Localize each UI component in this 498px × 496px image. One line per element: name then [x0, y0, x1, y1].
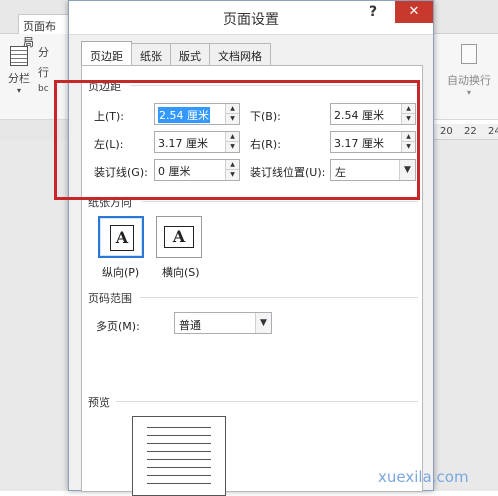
preview-line — [147, 467, 211, 468]
breaks-button[interactable]: 分 — [38, 44, 49, 60]
watermark: xuexila.com — [378, 468, 469, 486]
wrap-text-label: 自动换行 — [447, 74, 491, 87]
highlight-box — [54, 80, 420, 200]
columns-label: 分栏 — [8, 72, 30, 85]
tab-document-grid[interactable]: 文档网格 — [209, 43, 271, 65]
preview-line — [147, 427, 211, 428]
multiple-pages-select[interactable]: 普通 ▼ — [174, 312, 272, 334]
page-preview — [132, 416, 226, 496]
ruler-tick: 24 — [488, 126, 498, 137]
preview-line — [147, 475, 211, 476]
ribbon-tab-page-layout[interactable]: 页面布局 — [18, 14, 70, 49]
tab-layout[interactable]: 版式 — [170, 43, 210, 65]
columns-icon — [10, 46, 28, 66]
line-numbers-button[interactable]: 行 — [38, 64, 49, 80]
pages-section-label: 页码范围 — [88, 292, 132, 305]
preview-line — [147, 443, 211, 444]
close-button[interactable]: ✕ — [395, 1, 433, 23]
ruler-tick: 22 — [464, 126, 477, 137]
portrait-page-icon: A — [110, 225, 134, 251]
chevron-down-icon: ▾ — [16, 86, 21, 95]
ruler-tick: 20 — [440, 126, 453, 137]
help-button[interactable]: ? — [363, 4, 383, 24]
landscape-button[interactable]: A — [156, 216, 202, 258]
preview-line — [147, 459, 211, 460]
hyphenation-button[interactable]: bc — [38, 84, 49, 94]
preview-line — [147, 435, 211, 436]
dialog-title-bar: 页面设置 ? ✕ — [69, 1, 433, 35]
landscape-label: 横向(S) — [162, 266, 200, 279]
divider — [142, 201, 418, 202]
tab-margins[interactable]: 页边距 — [81, 41, 132, 65]
preview-line — [147, 483, 211, 484]
divider — [140, 297, 418, 298]
chevron-down-icon: ▾ — [466, 88, 471, 97]
multiple-pages-value: 普通 — [179, 319, 201, 332]
multiple-pages-label: 多页(M): — [96, 320, 140, 333]
page-setup-dialog: 页面设置 ? ✕ 页边距 纸张 版式 文档网格 页边距 上(T): 2.54 厘… — [68, 0, 434, 496]
wrap-text-icon — [461, 44, 477, 64]
chevron-down-icon[interactable]: ▼ — [255, 313, 271, 333]
landscape-page-icon: A — [164, 226, 194, 248]
horizontal-ruler: 20 22 24 — [430, 124, 498, 140]
portrait-button[interactable]: A — [98, 216, 144, 258]
preview-line — [147, 451, 211, 452]
dialog-tabs: 页边距 纸张 版式 文档网格 — [81, 41, 271, 65]
divider — [116, 401, 418, 402]
portrait-label: 纵向(P) — [102, 266, 140, 279]
wrap-text-button[interactable]: 自动换行 ▾ — [440, 44, 498, 97]
preview-section-label: 预览 — [88, 396, 110, 409]
close-icon: ✕ — [408, 4, 420, 19]
columns-button[interactable]: 分栏 ▾ — [6, 46, 32, 96]
tab-paper[interactable]: 纸张 — [131, 43, 171, 65]
